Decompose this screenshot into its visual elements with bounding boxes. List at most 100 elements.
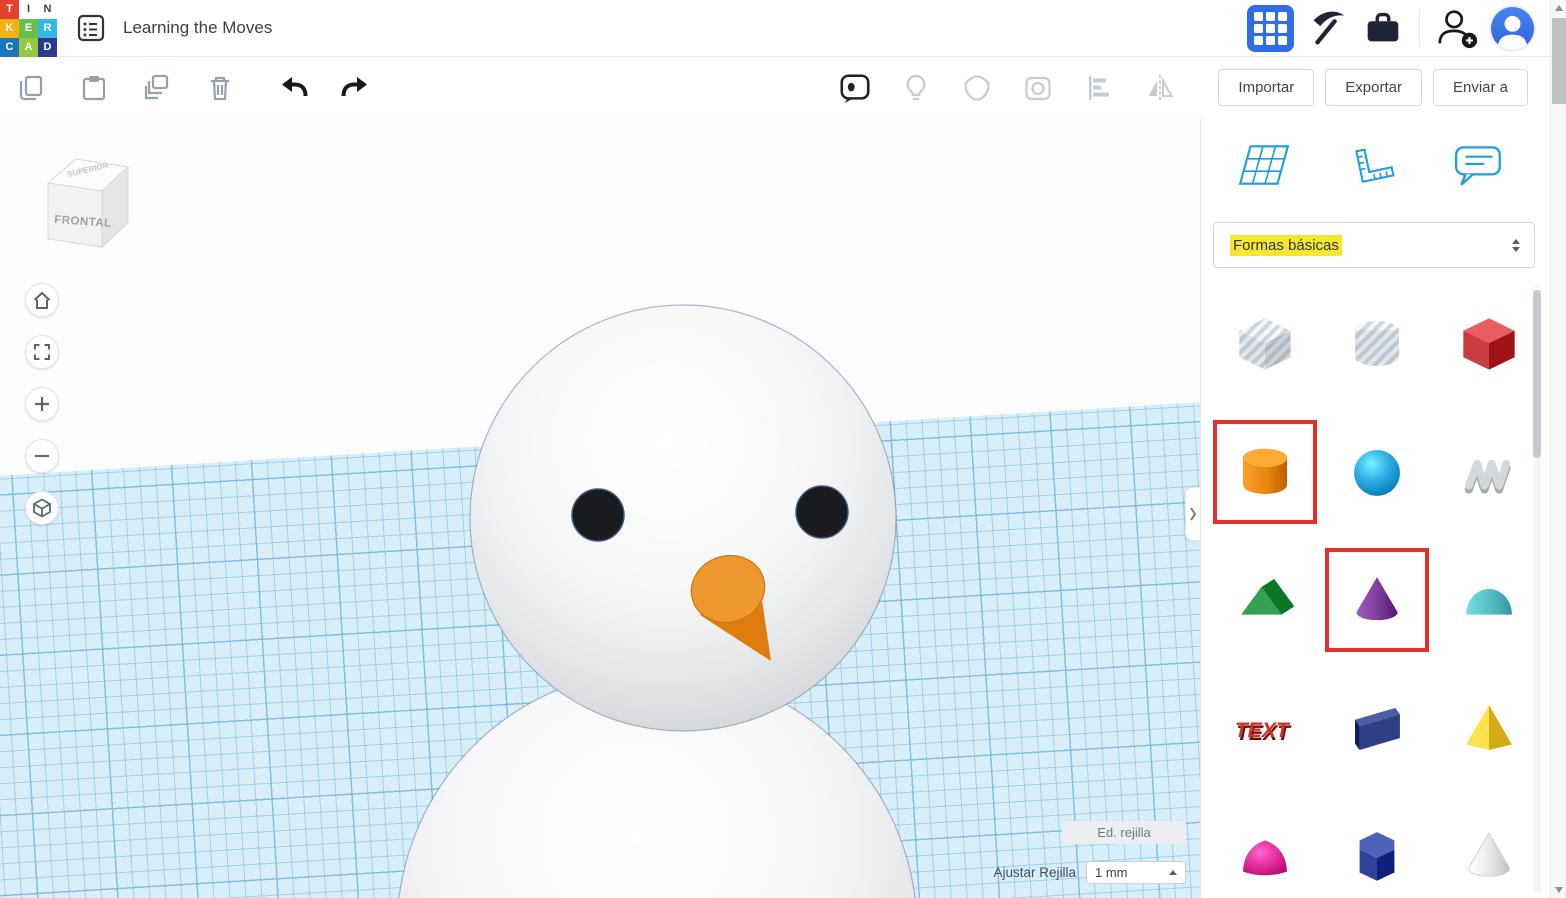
page-scrollbar[interactable] [1550, 0, 1566, 898]
account-avatar[interactable] [1489, 4, 1536, 52]
view-nav-tools [25, 283, 59, 525]
shape-glyph-halfsphere-teal [1466, 589, 1512, 615]
duplicate-button[interactable] [140, 71, 174, 105]
grid-icon [1254, 11, 1287, 45]
paste-button[interactable] [77, 71, 111, 105]
pickaxe-icon [1313, 11, 1344, 45]
notes-tool-button[interactable] [1452, 139, 1506, 191]
snap-grid-label: Ajustar Rejilla [993, 865, 1076, 880]
list-icon [77, 14, 105, 42]
minecraft-export-button[interactable] [1303, 5, 1350, 52]
viewport-3d[interactable]: SUPERIOR FRONTAL Ed. rejilla Ajustar Rej… [0, 119, 1200, 898]
shape-tile-hexprism-darkblue[interactable] [1325, 804, 1429, 898]
shape-tile-halfsphere-teal[interactable] [1437, 548, 1535, 652]
shape-tile-roof-green[interactable] [1213, 548, 1317, 652]
delete-button[interactable] [203, 71, 237, 105]
shape-glyph-pyramid-yellow [1466, 705, 1512, 750]
dashboard-button[interactable] [1247, 4, 1294, 52]
send-to-button[interactable]: Enviar a [1432, 69, 1528, 106]
mirror-icon [1148, 75, 1174, 101]
snowman-eye-right[interactable] [795, 485, 849, 539]
perspective-toggle-button[interactable] [25, 491, 59, 525]
note-bubble-icon [840, 74, 870, 104]
snowman-eye-left[interactable] [571, 488, 625, 542]
invite-collaborator-button[interactable] [1433, 5, 1480, 52]
hole-shape-icon [1025, 76, 1051, 101]
mirror-button[interactable] [1143, 71, 1177, 105]
edit-grid-button[interactable]: Ed. rejilla [1062, 821, 1186, 844]
workplane-tool-button[interactable] [1237, 139, 1291, 191]
toolbar: Importar Exportar Enviar a [0, 58, 1550, 119]
object-tools [838, 71, 1177, 105]
home-view-button[interactable] [25, 283, 59, 317]
copy-button[interactable] [14, 71, 48, 105]
logo-letter-C: C [0, 37, 19, 57]
page-scrollbar-thumb[interactable] [1552, 18, 1566, 104]
shape-tile-sphere-blue[interactable] [1325, 420, 1429, 524]
logo-letter-K: K [0, 18, 19, 38]
logo-letter-I: I [19, 0, 38, 19]
panel-scrollbar-thumb[interactable] [1533, 290, 1541, 458]
ruler-tool-button[interactable] [1345, 139, 1399, 191]
panel-collapse-handle[interactable] [1185, 487, 1200, 541]
shape-glyph-sphere-blue [1354, 450, 1400, 496]
scroll-down-button[interactable] [1551, 882, 1566, 898]
fit-view-icon [34, 344, 50, 360]
duplicate-icon [144, 74, 169, 100]
triangle-down-icon [1555, 887, 1563, 893]
shape-glyph-box-red [1463, 318, 1515, 370]
perspective-cube-icon [33, 498, 51, 518]
scroll-up-button[interactable] [1551, 0, 1566, 16]
shape-glyph-cylinder-orange [1242, 448, 1288, 494]
briefcase-icon [1367, 12, 1398, 42]
snowman-model[interactable] [0, 119, 1200, 898]
select-stepper-icon [1512, 238, 1520, 252]
brick-export-button[interactable] [1359, 5, 1406, 52]
redo-button[interactable] [339, 71, 373, 105]
shape-glyph-cone-white [1467, 832, 1511, 877]
solid-mode-button[interactable] [960, 71, 994, 105]
copy-icon [19, 75, 43, 101]
zoom-in-button[interactable] [25, 387, 59, 421]
import-button[interactable]: Importar [1218, 69, 1315, 106]
export-button[interactable]: Exportar [1325, 69, 1422, 106]
zoom-out-icon [35, 454, 49, 458]
hole-mode-button[interactable] [1021, 71, 1055, 105]
align-icon [1089, 76, 1109, 100]
shape-tile-cone-purple[interactable] [1325, 548, 1429, 652]
shape-glyph-polygon-darkblue [1355, 707, 1400, 750]
snap-grid-control: Ajustar Rejilla 1 mm [993, 861, 1186, 884]
shape-tile-cylinder-orange[interactable] [1213, 420, 1317, 524]
shapes-gallery: TEXT TEXT [1201, 292, 1535, 898]
tinkercad-logo[interactable]: TINKERCAD [0, 0, 57, 57]
snap-grid-select[interactable]: 1 mm [1086, 861, 1186, 884]
logo-letter-N: N [38, 0, 57, 19]
shape-glyph-cylinder-striped [1355, 321, 1399, 366]
undo-icon [282, 77, 308, 97]
shape-category-select[interactable]: Formas básicas [1213, 222, 1535, 268]
tinkercad-app: TINKERCAD Learning the Moves Importar Ex… [0, 0, 1566, 898]
shape-tile-box-red[interactable] [1437, 292, 1535, 396]
fit-view-button[interactable] [25, 335, 59, 369]
align-button[interactable] [1082, 71, 1116, 105]
shape-tile-pyramid-yellow[interactable] [1437, 676, 1535, 780]
design-title[interactable]: Learning the Moves [123, 18, 272, 38]
undo-button[interactable] [276, 71, 310, 105]
shape-tile-polygon-darkblue[interactable] [1325, 676, 1429, 780]
header: TINKERCAD Learning the Moves [0, 0, 1550, 57]
header-actions [1247, 4, 1536, 52]
shape-tile-box-striped[interactable] [1213, 292, 1317, 396]
snap-grid-value: 1 mm [1095, 865, 1128, 880]
shape-tile-text-red[interactable]: TEXT TEXT [1213, 676, 1317, 780]
view-cube[interactable]: SUPERIOR FRONTAL [30, 147, 134, 260]
shape-tile-cone-white[interactable] [1437, 804, 1535, 898]
shape-tile-paraboloid-magenta[interactable] [1213, 804, 1317, 898]
shape-tile-scribble-gray[interactable] [1437, 420, 1535, 524]
design-menu-button[interactable] [75, 12, 107, 44]
notes-toggle-button[interactable] [838, 71, 872, 105]
shape-tile-cylinder-striped[interactable] [1325, 292, 1429, 396]
trash-icon [211, 76, 229, 101]
zoom-out-button[interactable] [25, 439, 59, 473]
ruler-icon [1354, 148, 1395, 184]
tips-button[interactable] [899, 71, 933, 105]
